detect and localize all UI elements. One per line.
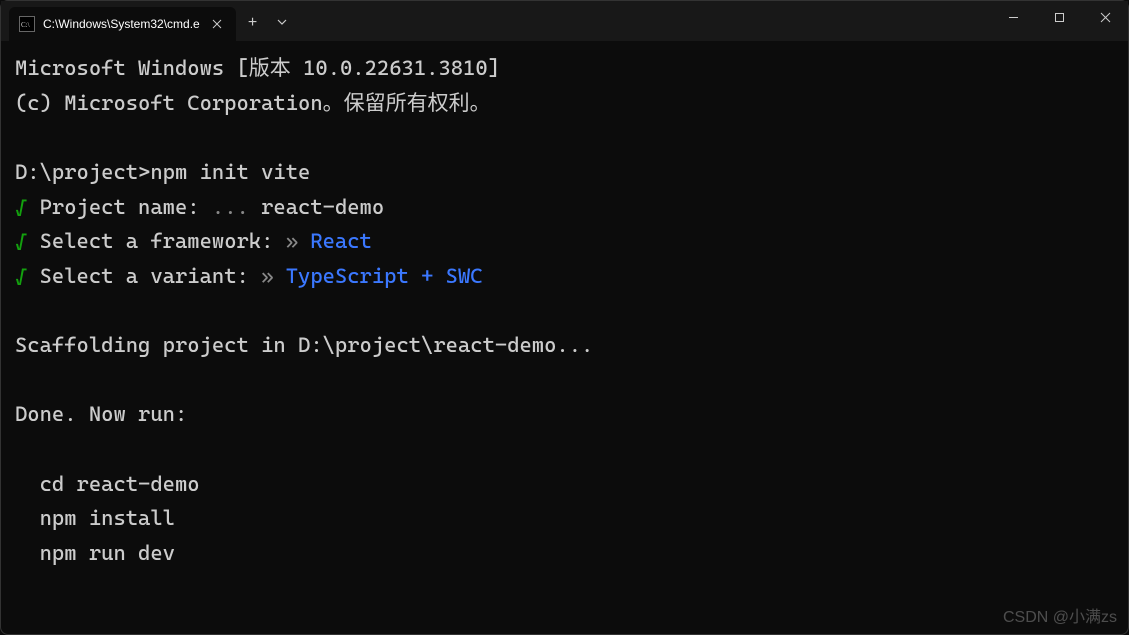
framework-value: React: [310, 229, 372, 253]
windows-version-line: Microsoft Windows [版本 10.0.22631.3810]: [15, 56, 500, 80]
maximize-button[interactable]: [1036, 1, 1082, 33]
copyright-line: (c) Microsoft Corporation。保留所有权利。: [15, 91, 491, 115]
tabs-section: C:\ C:\Windows\System32\cmd.e +: [1, 1, 295, 41]
tab-title: C:\Windows\System32\cmd.e: [43, 17, 200, 31]
separator-arrow: »: [249, 264, 286, 288]
check-icon: √: [15, 264, 27, 288]
run-command-install: npm install: [15, 506, 175, 530]
tab-close-button[interactable]: [208, 14, 226, 34]
tab-dropdown-button[interactable]: [269, 18, 295, 29]
close-button[interactable]: [1082, 1, 1128, 33]
window-controls: [990, 1, 1128, 41]
check-icon: √: [15, 229, 27, 253]
separator-dots: ...: [200, 195, 262, 219]
framework-label: Select a framework:: [27, 229, 273, 253]
project-name-label: Project name:: [27, 195, 199, 219]
svg-text:C:\: C:\: [21, 21, 30, 29]
window-titlebar: C:\ C:\Windows\System32\cmd.e +: [1, 1, 1128, 41]
minimize-button[interactable]: [990, 1, 1036, 33]
separator-arrow: »: [273, 229, 310, 253]
new-tab-button[interactable]: +: [236, 14, 270, 32]
run-command-dev: npm run dev: [15, 541, 175, 565]
scaffold-line: Scaffolding project in D:\project\react-…: [15, 333, 593, 357]
terminal-tab[interactable]: C:\ C:\Windows\System32\cmd.e: [9, 7, 236, 41]
command-prompt-line: D:\project>npm init vite: [15, 160, 310, 184]
watermark-text: CSDN @小满zs: [1003, 603, 1117, 627]
variant-label: Select a variant:: [27, 264, 248, 288]
variant-value: TypeScript + SWC: [286, 264, 483, 288]
cmd-icon: C:\: [19, 16, 35, 32]
terminal-output[interactable]: Microsoft Windows [版本 10.0.22631.3810] (…: [1, 41, 1128, 581]
check-icon: √: [15, 195, 27, 219]
done-line: Done. Now run:: [15, 402, 187, 426]
project-name-value: react-demo: [261, 195, 384, 219]
run-command-cd: cd react-demo: [15, 472, 200, 496]
